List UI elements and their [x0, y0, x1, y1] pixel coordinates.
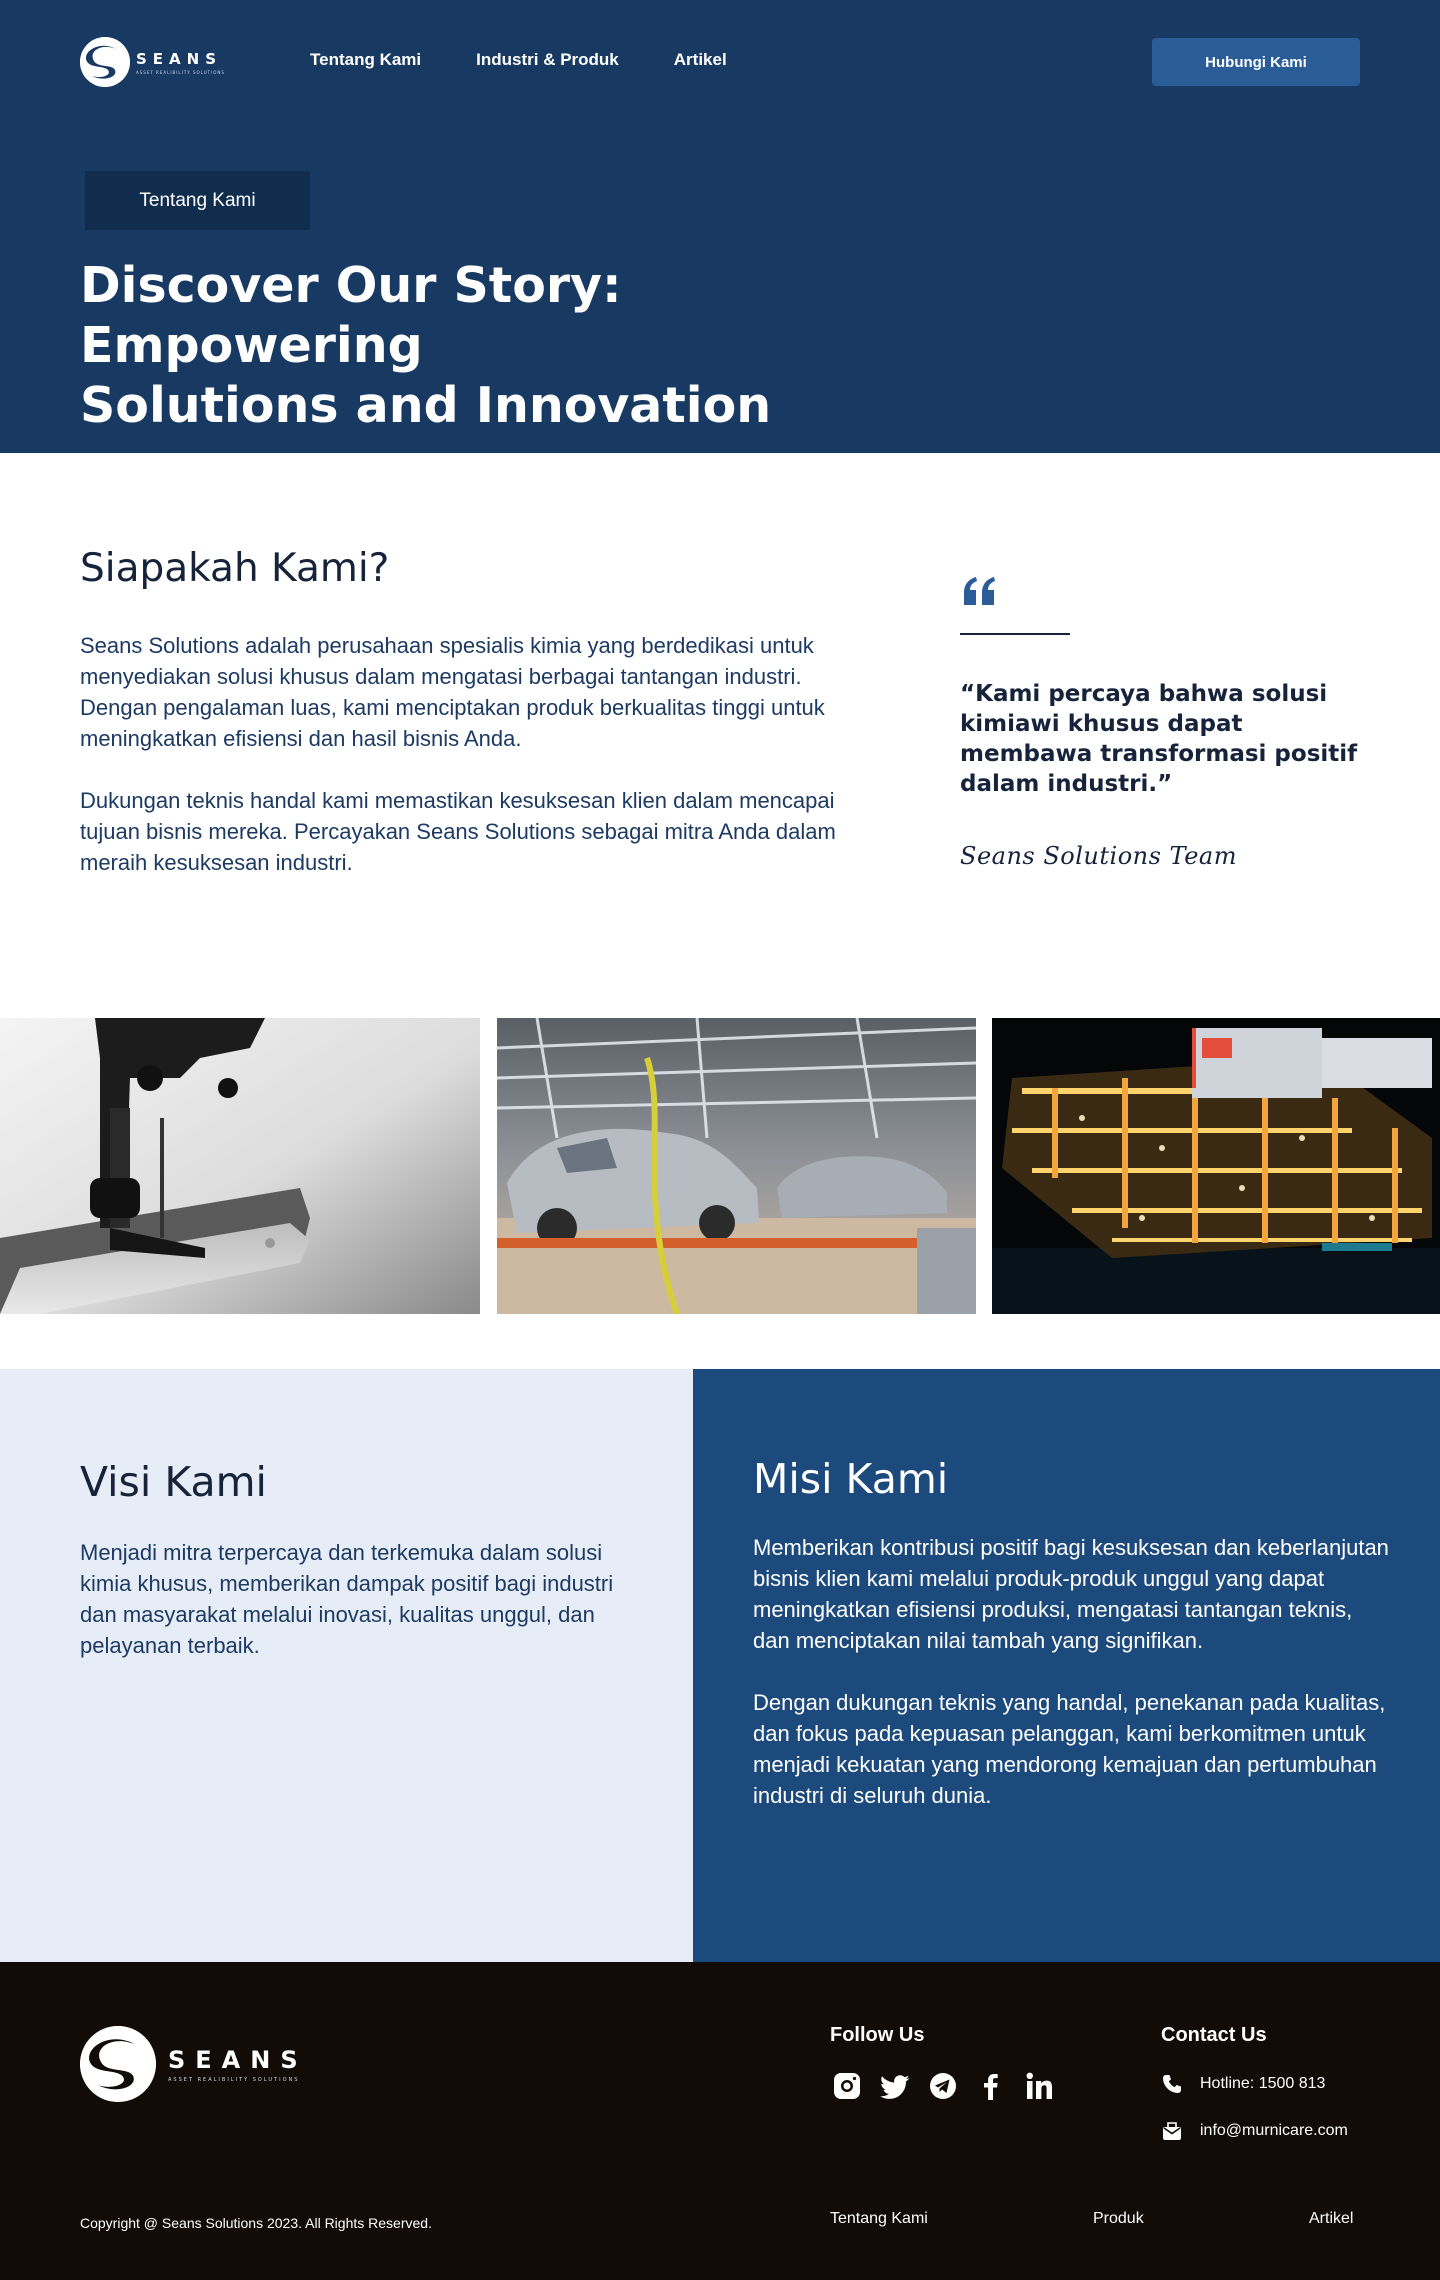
vision-body: Menjadi mitra terpercaya dan terkemuka d…	[80, 1540, 614, 1658]
contact-us-title: Contact Us	[1161, 2024, 1267, 2046]
linkedin-icon[interactable]	[1023, 2069, 1055, 2103]
sewing-machine-photo	[0, 1018, 480, 1314]
footer-logo-tagline: ASSET REALIBILITY SOLUTIONS	[168, 2076, 300, 2083]
hero-title: Discover Our Story: Empowering Solutions…	[80, 256, 980, 436]
phone-icon	[1163, 2075, 1181, 2093]
about-quote: “Kami percaya bahwa solusi kimiawi khusu…	[960, 681, 1358, 797]
email-line[interactable]: info@murnicare.com	[1162, 2121, 1348, 2141]
quote-icon	[962, 575, 998, 607]
email-text: info@murnicare.com	[1200, 2122, 1348, 2139]
mission-title: Misi Kami	[753, 1455, 949, 1503]
mission-paragraph-1: Memberikan kontribusi positif bagi kesuk…	[753, 1535, 1389, 1653]
nav-item-artikel[interactable]: Artikel	[674, 50, 727, 70]
hotline-line[interactable]: Hotline: 1500 813	[1162, 2074, 1325, 2094]
offshore-platform-photo	[992, 1018, 1440, 1314]
nav-item-industri-produk[interactable]: Industri & Produk	[476, 50, 619, 70]
hero-title-line-1: Discover Our Story: Empowering	[80, 257, 622, 374]
mission-body: Memberikan kontribusi positif bagi kesuk…	[753, 1532, 1393, 1811]
hotline-text: Hotline: 1500 813	[1200, 2075, 1326, 2092]
seans-logo-icon	[80, 2026, 156, 2102]
car-factory-photo	[497, 1018, 976, 1314]
logo-tagline: ASSET REALIBILITY SOLUTIONS	[136, 69, 225, 75]
vision-section: Visi Kami Menjadi mitra terpercaya dan t…	[0, 1369, 693, 1962]
about-title: Siapakah Kami?	[80, 546, 390, 591]
quote-signature: Seans Solutions Team	[960, 842, 1237, 870]
twitter-icon[interactable]	[879, 2069, 911, 2103]
footer: SEANS ASSET REALIBILITY SOLUTIONS Follow…	[0, 1962, 1440, 2280]
seans-logo-icon	[80, 37, 130, 87]
footer-link-produk[interactable]: Produk	[1093, 2210, 1144, 2228]
hero-section: SEANS ASSET REALIBILITY SOLUTIONS Tentan…	[0, 0, 1440, 453]
social-links	[831, 2069, 1055, 2103]
about-paragraph-2: Dukungan teknis handal kami memastikan k…	[80, 788, 836, 875]
follow-us-title: Follow Us	[830, 2024, 925, 2046]
hero-title-line-2: Solutions and Innovation	[80, 377, 772, 434]
contact-button[interactable]: Hubungi Kami	[1152, 38, 1360, 86]
mission-section: Misi Kami Memberikan kontribusi positif …	[693, 1369, 1440, 1962]
instagram-icon[interactable]	[831, 2069, 863, 2103]
copyright-text: Copyright @ Seans Solutions 2023. All Ri…	[80, 2215, 432, 2231]
quote-divider	[960, 633, 1070, 635]
mission-paragraph-2: Dengan dukungan teknis yang handal, pene…	[753, 1690, 1386, 1808]
hero-tag: Tentang Kami	[85, 171, 310, 230]
about-body: Seans Solutions adalah perusahaan spesia…	[80, 630, 860, 878]
telegram-icon[interactable]	[927, 2069, 959, 2103]
footer-link-artikel[interactable]: Artikel	[1309, 2210, 1353, 2228]
mail-icon	[1163, 2122, 1181, 2140]
footer-logo[interactable]: SEANS ASSET REALIBILITY SOLUTIONS	[80, 2026, 308, 2102]
footer-link-tentang-kami[interactable]: Tentang Kami	[830, 2210, 928, 2228]
main-nav: Tentang Kami Industri & Produk Artikel	[310, 50, 727, 70]
facebook-icon[interactable]	[975, 2069, 1007, 2103]
header-logo[interactable]: SEANS ASSET REALIBILITY SOLUTIONS	[80, 36, 225, 88]
logo-wordmark: SEANS	[136, 49, 223, 68]
nav-item-tentang-kami[interactable]: Tentang Kami	[310, 50, 421, 70]
about-paragraph-1: Seans Solutions adalah perusahaan spesia…	[80, 633, 825, 751]
footer-logo-wordmark: SEANS	[168, 2045, 308, 2074]
vision-title: Visi Kami	[80, 1458, 267, 1506]
